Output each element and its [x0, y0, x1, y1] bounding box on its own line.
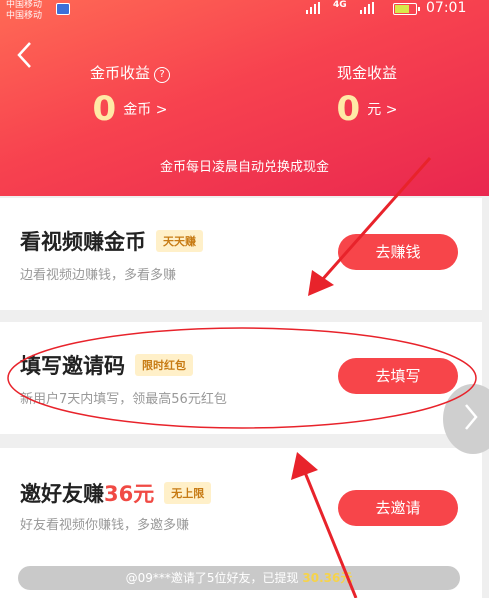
coin-value: 0	[92, 89, 117, 129]
side-next-button[interactable]	[443, 384, 489, 454]
task-subtitle: 新用户7天内填写，领最高56元红包	[20, 392, 227, 407]
task-badge: 无上限	[164, 482, 212, 504]
battery-icon	[393, 3, 420, 15]
invite-button[interactable]: 去邀请	[338, 490, 458, 526]
ticker-text: @09***邀请了5位好友，已提现	[125, 571, 303, 585]
task-badge: 天天赚	[156, 230, 203, 252]
task-subtitle: 边看视频边赚钱，多看多赚	[20, 268, 177, 283]
cash-income[interactable]: 现金收益 0 元 >	[267, 62, 467, 129]
earnings-header: 中国移动 中国移动 4G 07:01 金币收益? 0 金币 > 现金收益 0 元…	[0, 0, 489, 196]
task-title-text: 邀好友赚	[20, 482, 104, 506]
task-title-text: 填写邀请码	[20, 354, 125, 378]
conversion-note: 金币每日凌晨自动兑换成现金	[159, 160, 329, 175]
carrier-labels: 中国移动 中国移动	[6, 0, 42, 22]
chevron-right-icon	[463, 402, 479, 439]
help-icon[interactable]: ?	[154, 67, 170, 83]
task-title-text: 看视频赚金币	[20, 230, 146, 254]
task-title: 看视频赚金币 天天赚	[20, 226, 203, 256]
coin-unit: 金币 >	[123, 102, 168, 118]
cash-unit: 元 >	[367, 102, 398, 118]
signal-icon-2	[360, 2, 374, 14]
task-title: 邀好友赚36元 无上限	[20, 478, 212, 508]
ticker-amount: 30.36元	[302, 571, 353, 585]
signal-icon	[306, 2, 320, 14]
task-card-invite-code: 填写邀请码 限时红包 新用户7天内填写，领最高56元红包 去填写	[0, 322, 482, 434]
cash-income-label: 现金收益	[336, 64, 397, 82]
task-title: 填写邀请码 限时红包	[20, 350, 193, 380]
coin-income[interactable]: 金币收益? 0 金币 >	[30, 62, 230, 129]
carrier-1: 中国移动	[6, 0, 43, 10]
status-bar: 中国移动 中国移动 4G 07:01	[0, 0, 489, 24]
task-card-invite-friends: 邀好友赚36元 无上限 好友看视频你赚钱，多邀多赚 去邀请 @09***邀请了5位…	[0, 448, 482, 598]
cash-value: 0	[336, 89, 361, 129]
task-card-watch-video: 看视频赚金币 天天赚 边看视频边赚钱，多看多赚 去赚钱	[0, 198, 482, 310]
network-type: 4G	[333, 0, 347, 10]
invite-ticker: @09***邀请了5位好友，已提现 30.36元	[18, 566, 460, 590]
coin-income-label: 金币收益	[89, 64, 150, 82]
earn-money-button[interactable]: 去赚钱	[338, 234, 458, 270]
task-badge: 限时红包	[135, 354, 193, 376]
carrier-2: 中国移动	[6, 11, 43, 21]
fill-code-button[interactable]: 去填写	[338, 358, 458, 394]
task-subtitle: 好友看视频你赚钱，多邀多赚	[20, 518, 190, 533]
gallery-notification-icon	[56, 3, 70, 15]
task-title-amount: 36元	[104, 482, 155, 506]
clock: 07:01	[426, 0, 467, 16]
